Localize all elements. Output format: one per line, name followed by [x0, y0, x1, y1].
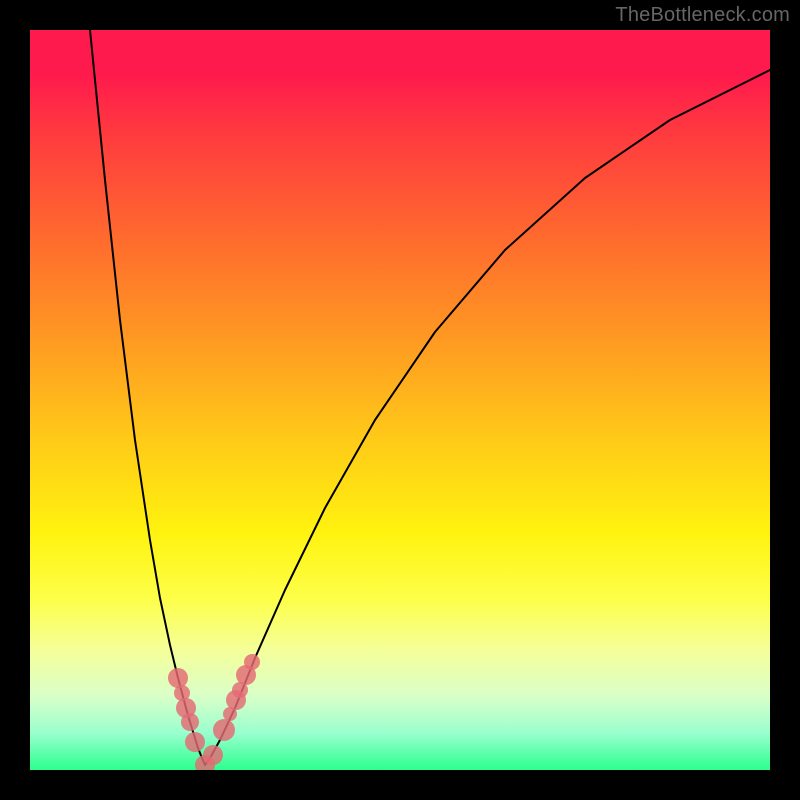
right-curve — [205, 70, 770, 765]
plot-area — [30, 30, 770, 770]
watermark-text: TheBottleneck.com — [615, 4, 790, 27]
marker-point — [168, 668, 188, 688]
left-curve — [90, 30, 205, 765]
chart-frame: TheBottleneck.com — [0, 0, 800, 800]
curves-layer — [30, 30, 770, 770]
marker-point — [181, 713, 199, 731]
marker-point — [203, 745, 223, 765]
marker-group — [168, 654, 260, 770]
marker-point — [213, 719, 235, 741]
marker-point — [185, 732, 205, 752]
marker-point — [244, 654, 260, 670]
